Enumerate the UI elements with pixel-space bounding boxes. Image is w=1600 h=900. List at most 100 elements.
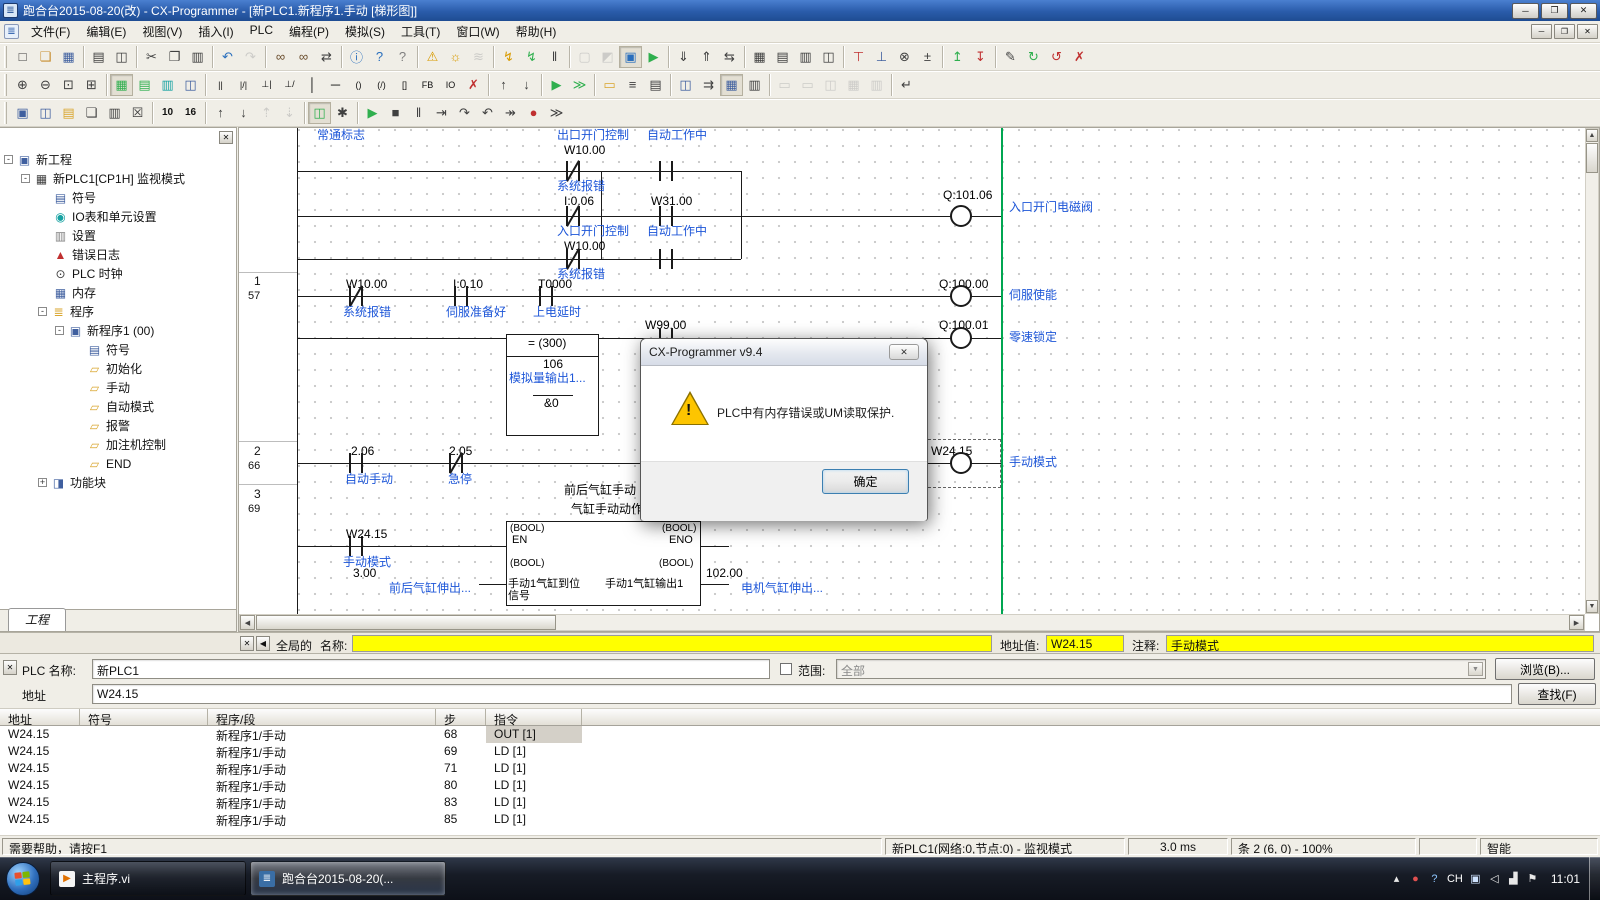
mdi-close-button[interactable]: ✕	[1577, 24, 1598, 39]
upload-from-plc-icon[interactable]: ⇑	[695, 46, 718, 68]
field-bar-close-icon[interactable]: ✕	[240, 636, 254, 651]
monitor-view-4-icon[interactable]: ▦	[842, 74, 865, 96]
pause-monitoring-icon[interactable]: ‖	[543, 46, 566, 68]
properties-icon[interactable]: ▤	[644, 74, 667, 96]
plc-name-field[interactable]: 新PLC1	[92, 659, 770, 679]
tree-item-settings[interactable]: ▥设置	[0, 226, 236, 245]
menu-insert[interactable]: 插入(I)	[190, 20, 241, 43]
monitor-view-1-icon[interactable]: ▭	[773, 74, 796, 96]
sim-step-in-icon[interactable]: ⇥	[430, 102, 453, 124]
force-on-icon[interactable]: ⊤	[847, 46, 870, 68]
menu-simulation[interactable]: 模拟(S)	[337, 20, 393, 43]
tree-item-symbols[interactable]: ▤符号	[0, 188, 236, 207]
menu-file[interactable]: 文件(F)	[23, 20, 78, 43]
compare-with-plc-icon[interactable]: ⇆	[718, 46, 741, 68]
output-coil[interactable]	[950, 285, 972, 307]
simulation-run-all-icon[interactable]: ≫	[568, 74, 591, 96]
taskbar-clock[interactable]: 11:01	[1545, 872, 1586, 886]
contact-normally-closed[interactable]	[448, 453, 464, 473]
compile-icon[interactable]: ☼	[444, 46, 467, 68]
window-ladder-icon[interactable]: ▣	[11, 102, 34, 124]
memory-view-icon[interactable]: ▥	[794, 46, 817, 68]
menu-program[interactable]: 编程(P)	[281, 20, 337, 43]
find-in-files-icon[interactable]: ∞	[269, 46, 292, 68]
decimal-format-icon[interactable]: 10	[156, 102, 179, 124]
work-online-icon[interactable]: ↯	[497, 46, 520, 68]
browse-button[interactable]: 浏览(B)...	[1495, 658, 1595, 680]
run-mode-icon[interactable]: ▶	[642, 46, 665, 68]
simulator-settings-icon[interactable]: ✱	[331, 102, 354, 124]
mdi-minimize-button[interactable]: ─	[1531, 24, 1552, 39]
find-icon[interactable]: ∞	[292, 46, 315, 68]
sim-step-out-icon[interactable]: ↶	[476, 102, 499, 124]
task-labview[interactable]: ▶主程序.vi	[50, 861, 246, 896]
menu-tools[interactable]: 工具(T)	[393, 20, 448, 43]
differential-up-icon[interactable]: ↥	[946, 46, 969, 68]
tree-item-plc-node[interactable]: -▦新PLC1[CP1H] 监视模式	[0, 169, 236, 188]
menu-edit[interactable]: 编辑(E)	[78, 20, 134, 43]
contact-normally-closed[interactable]	[348, 286, 364, 306]
io-table-icon[interactable]: ▦	[748, 46, 771, 68]
dialog-close-icon[interactable]: ✕	[889, 344, 919, 360]
table-header-4[interactable]: 步	[436, 709, 486, 725]
tree-item-error-log[interactable]: ▲错误日志	[0, 245, 236, 264]
table-header-2[interactable]: 符号	[80, 709, 208, 725]
find-button[interactable]: 查找(F)	[1518, 683, 1596, 705]
address-reference-tool-icon[interactable]: ▦	[720, 74, 743, 96]
output-coil[interactable]	[950, 452, 972, 474]
go-to-next-icon[interactable]: ⇣	[278, 102, 301, 124]
xref-row[interactable]: W24.15新程序1/手动69LD [1]	[0, 743, 1600, 760]
monitor-mode-icon[interactable]: ▣	[619, 46, 642, 68]
download-to-plc-icon[interactable]: ⇓	[672, 46, 695, 68]
zoom-100-icon[interactable]: ⊞	[80, 74, 103, 96]
help-icon[interactable]: ?	[368, 46, 391, 68]
contact-normally-open[interactable]	[658, 206, 674, 226]
new-icon[interactable]: □	[11, 46, 34, 68]
force-cancel-icon[interactable]: ⊗	[893, 46, 916, 68]
sim-breakpoint-icon[interactable]: ●	[522, 102, 545, 124]
tree-expander-icon[interactable]: -	[38, 307, 47, 316]
delete-edit-icon[interactable]: ✗	[1068, 46, 1091, 68]
print-preview-icon[interactable]: ◫	[110, 46, 133, 68]
go-to-rung-up-icon[interactable]: ↑	[209, 102, 232, 124]
menu-window[interactable]: 窗口(W)	[448, 20, 507, 43]
tree-item-io-table[interactable]: ◉IO表和单元设置	[0, 207, 236, 226]
window-close-icon[interactable]: ☒	[126, 102, 149, 124]
scroll-left-icon[interactable]: ◀	[240, 615, 255, 630]
language-ch[interactable]: CH	[1447, 873, 1463, 885]
show-desktop-button[interactable]	[1589, 857, 1600, 900]
program-check-icon[interactable]: ⚠	[421, 46, 444, 68]
zoom-out-icon[interactable]: ⊖	[34, 74, 57, 96]
show-program-comments-icon[interactable]: ◫	[179, 74, 202, 96]
address-field[interactable]: W24.15	[92, 684, 1512, 704]
replace-icon[interactable]: ⇄	[315, 46, 338, 68]
zoom-fit-icon[interactable]: ⊡	[57, 74, 80, 96]
output-window-icon[interactable]: ▥	[743, 74, 766, 96]
tree-item-plc-clock[interactable]: ⊙PLC 时钟	[0, 264, 236, 283]
tree-expander-icon[interactable]: -	[4, 155, 13, 164]
section-list-icon[interactable]: ≡	[621, 74, 644, 96]
name-field[interactable]	[352, 635, 992, 652]
vertical-scrollbar[interactable]: ▲ ▼	[1585, 128, 1599, 614]
view-back-icon[interactable]: ↵	[895, 74, 918, 96]
menu-help[interactable]: 帮助(H)	[508, 20, 565, 43]
scroll-up-icon[interactable]: ▲	[1586, 129, 1598, 142]
window-cascade-icon[interactable]: ❏	[80, 102, 103, 124]
app-icon-red[interactable]: ●	[1409, 873, 1422, 885]
range-dropdown[interactable]: 全部 ▼	[836, 659, 1486, 679]
table-header-5[interactable]: 指令	[486, 709, 582, 725]
range-checkbox[interactable]	[780, 663, 792, 675]
maximize-button[interactable]: ❐	[1541, 3, 1568, 19]
output-coil[interactable]	[950, 205, 972, 227]
tree-expander-icon[interactable]: -	[21, 174, 30, 183]
xref-row[interactable]: W24.15新程序1/手动80LD [1]	[0, 777, 1600, 794]
window-symbols-icon[interactable]: ▤	[57, 102, 80, 124]
new-closed-contact-icon[interactable]: |/|	[232, 74, 255, 96]
tree-item-memory[interactable]: ▦内存	[0, 283, 236, 302]
mdi-restore-button[interactable]: ❐	[1554, 24, 1575, 39]
table-header-1[interactable]: 地址	[0, 709, 80, 725]
hidden-icons-chevron[interactable]: ▴	[1390, 872, 1403, 885]
tree-item-programs[interactable]: -≣程序	[0, 302, 236, 321]
workspace-close-icon[interactable]: ✕	[219, 131, 233, 144]
cancel-online-edit-icon[interactable]: ↺	[1045, 46, 1068, 68]
